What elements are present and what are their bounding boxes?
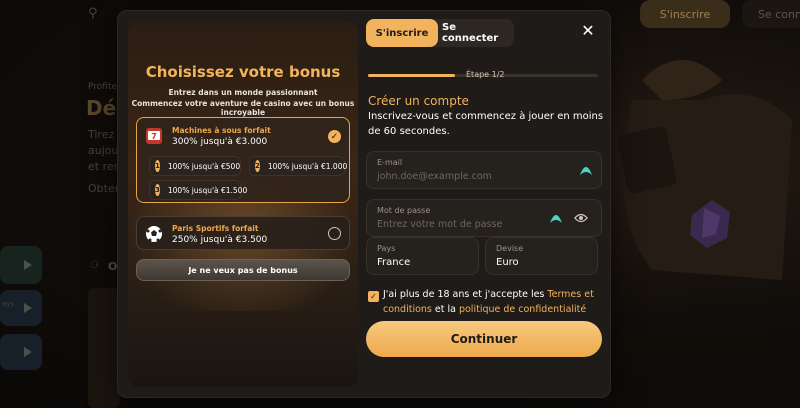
email-label: E-mail: [377, 158, 403, 167]
eye-icon[interactable]: [574, 211, 588, 225]
tab-login[interactable]: Se connecter: [442, 19, 514, 47]
bonus-panel: Choisissez votre bonus Entrez dans un mo…: [128, 21, 358, 387]
continue-button[interactable]: Continuer: [366, 321, 602, 357]
password-field[interactable]: Mot de passe Entrez votre mot de passe: [366, 199, 602, 237]
radio-unchecked-icon[interactable]: [328, 227, 341, 240]
currency-value: Euro: [496, 257, 519, 268]
tier-text: 100% jusqu'à €500: [167, 161, 241, 171]
soccer-ball-icon: [145, 225, 163, 243]
tier-number: 3: [155, 184, 160, 196]
offer-value: 250% jusqu'à €3.500: [172, 235, 268, 245]
bonus-subtitle: Entrez dans un monde passionnant: [168, 88, 318, 97]
currency-select[interactable]: Devise Euro: [485, 237, 598, 275]
bonus-tier: 3 100% jusqu'à €1.500: [149, 180, 247, 200]
bonus-title: Choisissez votre bonus: [145, 63, 341, 81]
password-manager-icon[interactable]: [579, 163, 593, 177]
country-label: Pays: [377, 244, 396, 253]
step-progress-bar: [368, 74, 455, 77]
slot-machine-icon: 7: [145, 127, 163, 145]
terms-text-part: J'ai plus de 18 ans et j'accepte les: [383, 289, 548, 300]
form-title: Créer un compte: [368, 94, 469, 108]
svg-text:7: 7: [151, 132, 157, 141]
tier-number: 2: [255, 160, 260, 172]
bonus-subtitle: Commencez votre aventure de casino avec …: [131, 99, 355, 117]
registration-modal: Choisissez votre bonus Entrez dans un mo…: [117, 10, 611, 398]
currency-label: Devise: [496, 244, 524, 253]
bonus-tier: 1 100% jusqu'à €500: [149, 156, 241, 176]
country-select[interactable]: Pays France: [366, 237, 479, 275]
terms-text: J'ai plus de 18 ans et j'accepte les Ter…: [383, 287, 603, 317]
tab-register[interactable]: S'inscrire: [366, 19, 438, 47]
offer-slots-card[interactable]: 7 Machines à sous forfait 300% jusqu'à €…: [136, 117, 350, 203]
check-icon: ✓: [328, 130, 341, 143]
tier-text: 100% jusqu'à €1.500: [167, 185, 248, 195]
email-placeholder: john.doe@example.com: [377, 171, 492, 182]
close-icon[interactable]: ✕: [580, 23, 596, 39]
form-intro: Inscrivez-vous et commencez à jouer en m…: [368, 111, 604, 137]
offer-sports-card[interactable]: Paris Sportifs forfait 250% jusqu'à €3.5…: [136, 216, 350, 250]
offer-value: 300% jusqu'à €3.000: [172, 137, 268, 147]
password-label: Mot de passe: [377, 206, 431, 215]
step-label: Étape 1/2: [466, 70, 505, 79]
tier-number: 1: [155, 160, 160, 172]
password-manager-icon[interactable]: [549, 211, 563, 225]
country-value: France: [377, 257, 411, 268]
privacy-link[interactable]: politique de confidentialité: [459, 304, 586, 315]
no-bonus-button[interactable]: Je ne veux pas de bonus: [136, 259, 350, 281]
offer-name: Machines à sous forfait: [172, 126, 271, 135]
tier-text: 100% jusqu'à €1.000: [267, 161, 348, 171]
email-field[interactable]: E-mail john.doe@example.com: [366, 151, 602, 189]
offer-name: Paris Sportifs forfait: [172, 224, 259, 233]
terms-text-part: et la: [431, 304, 459, 315]
bonus-tier: 2 100% jusqu'à €1.000: [249, 156, 348, 176]
auth-tabs: S'inscrire Se connecter: [366, 19, 514, 47]
terms-checkbox[interactable]: ✓: [368, 291, 379, 302]
password-placeholder: Entrez votre mot de passe: [377, 219, 503, 230]
